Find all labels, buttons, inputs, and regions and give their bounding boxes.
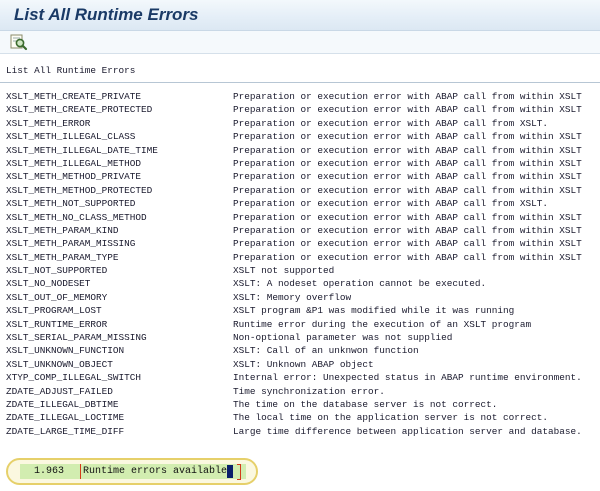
list-item[interactable]: XSLT_METH_CREATE_PROTECTED Preparation or… (0, 103, 600, 116)
error-description: XSLT: Memory overflow (233, 291, 352, 303)
error-description: Preparation or execution error with ABAP… (233, 251, 582, 263)
error-code: XSLT_METH_PARAM_KIND (6, 224, 119, 236)
error-description: XSLT not supported (233, 265, 335, 277)
error-code: ZDATE_ILLEGAL_LOCTIME (6, 412, 125, 424)
error-code: ZDATE_ADJUST_FAILED (6, 385, 113, 397)
error-code: XSLT_METH_ILLEGAL_METHOD (6, 157, 142, 169)
error-code: ZDATE_LARGE_TIME_DIFF (6, 425, 125, 437)
error-description: Preparation or execution error with ABAP… (233, 131, 582, 143)
error-description: Preparation or execution error with ABAP… (233, 91, 582, 102)
list-item[interactable]: XSLT_METH_PARAM_KIND Preparation or execu… (0, 224, 600, 237)
status-highlight-ring: 1.963 Runtime errors available (6, 458, 258, 485)
list-item[interactable]: XSLT_METH_PARAM_MISSING Preparation or ex… (0, 237, 600, 250)
list-item[interactable]: ZDATE_ADJUST_FAILED Time synchronization … (0, 385, 600, 398)
error-code: XSLT_METH_PARAM_TYPE (6, 251, 119, 263)
error-code: XSLT_UNKNOWN_FUNCTION (6, 345, 125, 357)
error-description: Preparation or execution error with ABAP… (233, 224, 582, 236)
error-description: XSLT: A nodeset operation cannot be exec… (233, 278, 487, 290)
list-item[interactable]: XSLT_METH_PARAM_TYPE Preparation or execu… (0, 251, 600, 264)
list-item[interactable]: XTYP_COMP_ILLEGAL_SWITCH Internal error: … (0, 371, 600, 384)
error-code: XSLT_METH_ERROR (6, 117, 91, 129)
error-code: XSLT_METH_NO_CLASS_METHOD (6, 211, 147, 223)
error-description: Preparation or execution error with ABAP… (233, 198, 549, 210)
error-code: XSLT_METH_ILLEGAL_DATE_TIME (6, 144, 158, 156)
list-item[interactable]: XSLT_METH_ILLEGAL_CLASS Preparation or ex… (0, 130, 600, 143)
list-item[interactable]: XSLT_METH_NO_CLASS_METHOD Preparation or … (0, 211, 600, 224)
error-code: XSLT_METH_PARAM_MISSING (6, 238, 136, 250)
error-code: ZDATE_ILLEGAL_DBTIME (6, 398, 119, 410)
error-count: 1.963 (34, 466, 65, 477)
error-code: XSLT_METH_NOT_SUPPORTED (6, 198, 136, 210)
list-item[interactable]: XSLT_UNKNOWN_FUNCTION XSLT: Call of an un… (0, 344, 600, 357)
error-description: The time on the database server is not c… (233, 398, 498, 410)
list-item[interactable]: ZDATE_ILLEGAL_DBTIME The time on the data… (0, 398, 600, 411)
list-item[interactable]: XSLT_METH_ILLEGAL_METHOD Preparation or e… (0, 157, 600, 170)
list-item[interactable]: XSLT_METH_CREATE_PRIVATE Preparation or e… (0, 90, 600, 103)
error-description: Runtime error during the execution of an… (233, 318, 532, 330)
list-item[interactable]: ZDATE_LARGE_TIME_DIFF Large time differen… (0, 425, 600, 438)
error-code: XSLT_NO_NODESET (6, 278, 91, 290)
error-code: XSLT_METH_METHOD_PRIVATE (6, 171, 142, 183)
list-header: List All Runtime Errors (6, 65, 136, 76)
application-toolbar (0, 31, 600, 54)
error-code: XSLT_OUT_OF_MEMORY (6, 291, 108, 303)
list-item[interactable]: XSLT_OUT_OF_MEMORY XSLT: Memory overflow (0, 291, 600, 304)
status-message: Runtime errors available (80, 464, 227, 479)
list-item[interactable]: XSLT_RUNTIME_ERROR Runtime error during t… (0, 318, 600, 331)
error-description: Preparation or execution error with ABAP… (233, 184, 582, 196)
error-description: Preparation or execution error with ABAP… (233, 157, 582, 169)
list-item[interactable]: XSLT_METH_ILLEGAL_DATE_TIME Preparation o… (0, 144, 600, 157)
list-item[interactable]: XSLT_PROGRAM_LOST XSLT program &P1 was mo… (0, 304, 600, 317)
error-code: XSLT_METH_ILLEGAL_CLASS (6, 131, 136, 143)
error-description: Internal error: Unexpected status in ABA… (233, 372, 582, 384)
title-bar: List All Runtime Errors (0, 0, 600, 31)
error-description: Preparation or execution error with ABAP… (233, 238, 582, 250)
list-item[interactable]: XSLT_METH_ERROR Preparation or execution … (0, 117, 600, 130)
error-description: Time synchronization error. (233, 385, 385, 397)
list-item[interactable]: XSLT_METH_METHOD_PRIVATE Preparation or e… (0, 170, 600, 183)
status-bar: 1.963 Runtime errors available (0, 454, 600, 491)
list-item[interactable]: XSLT_SERIAL_PARAM_MISSING Non-optional pa… (0, 331, 600, 344)
error-description: Large time difference between applicatio… (233, 425, 582, 437)
runtime-error-list: XSLT_METH_CREATE_PRIVATE Preparation or e… (0, 90, 600, 438)
find-button[interactable] (10, 33, 28, 51)
error-code: XSLT_METH_CREATE_PROTECTED (6, 104, 153, 116)
list-item[interactable]: XSLT_UNKNOWN_OBJECT XSLT: Unknown ABAP ob… (0, 358, 600, 371)
list-item[interactable]: XSLT_METH_METHOD_PROTECTED Preparation or… (0, 184, 600, 197)
list-item[interactable]: ZDATE_ILLEGAL_LOCTIME The local time on t… (0, 411, 600, 424)
error-code: XSLT_RUNTIME_ERROR (6, 318, 108, 330)
error-description: XSLT: Call of an unknwon function (233, 345, 419, 357)
error-description: Preparation or execution error with ABAP… (233, 117, 549, 129)
error-description: XSLT program &P1 was modified while it w… (233, 305, 515, 317)
error-description: Preparation or execution error with ABAP… (233, 171, 582, 183)
status-message-field[interactable]: 1.963 Runtime errors available (20, 464, 246, 480)
error-description: Preparation or execution error with ABAP… (233, 211, 582, 223)
error-code: XSLT_SERIAL_PARAM_MISSING (6, 332, 147, 344)
error-code: XTYP_COMP_ILLEGAL_SWITCH (6, 372, 142, 384)
list-area: List All Runtime Errors XSLT_METH_CREATE… (0, 54, 600, 454)
window-title: List All Runtime Errors (14, 5, 199, 24)
header-divider (0, 82, 600, 83)
error-description: Preparation or execution error with ABAP… (233, 104, 582, 116)
list-item[interactable]: XSLT_NO_NODESET XSLT: A nodeset operation… (0, 277, 600, 290)
error-code: XSLT_PROGRAM_LOST (6, 305, 102, 317)
list-item[interactable]: XSLT_METH_NOT_SUPPORTED Preparation or ex… (0, 197, 600, 210)
list-item[interactable]: XSLT_NOT_SUPPORTED XSLT not supported (0, 264, 600, 277)
text-cursor (227, 465, 233, 478)
error-code: XSLT_NOT_SUPPORTED (6, 265, 108, 277)
error-code: XSLT_METH_METHOD_PROTECTED (6, 184, 153, 196)
error-code: XSLT_UNKNOWN_OBJECT (6, 358, 113, 370)
error-description: XSLT: Unknown ABAP object (233, 358, 374, 370)
error-description: The local time on the application server… (233, 412, 549, 424)
error-description: Non-optional parameter was not supplied (233, 332, 453, 344)
error-code: XSLT_METH_CREATE_PRIVATE (6, 91, 142, 102)
field-end-marker (237, 464, 241, 480)
error-description: Preparation or execution error with ABAP… (233, 144, 582, 156)
find-magnifier-icon (10, 34, 28, 51)
